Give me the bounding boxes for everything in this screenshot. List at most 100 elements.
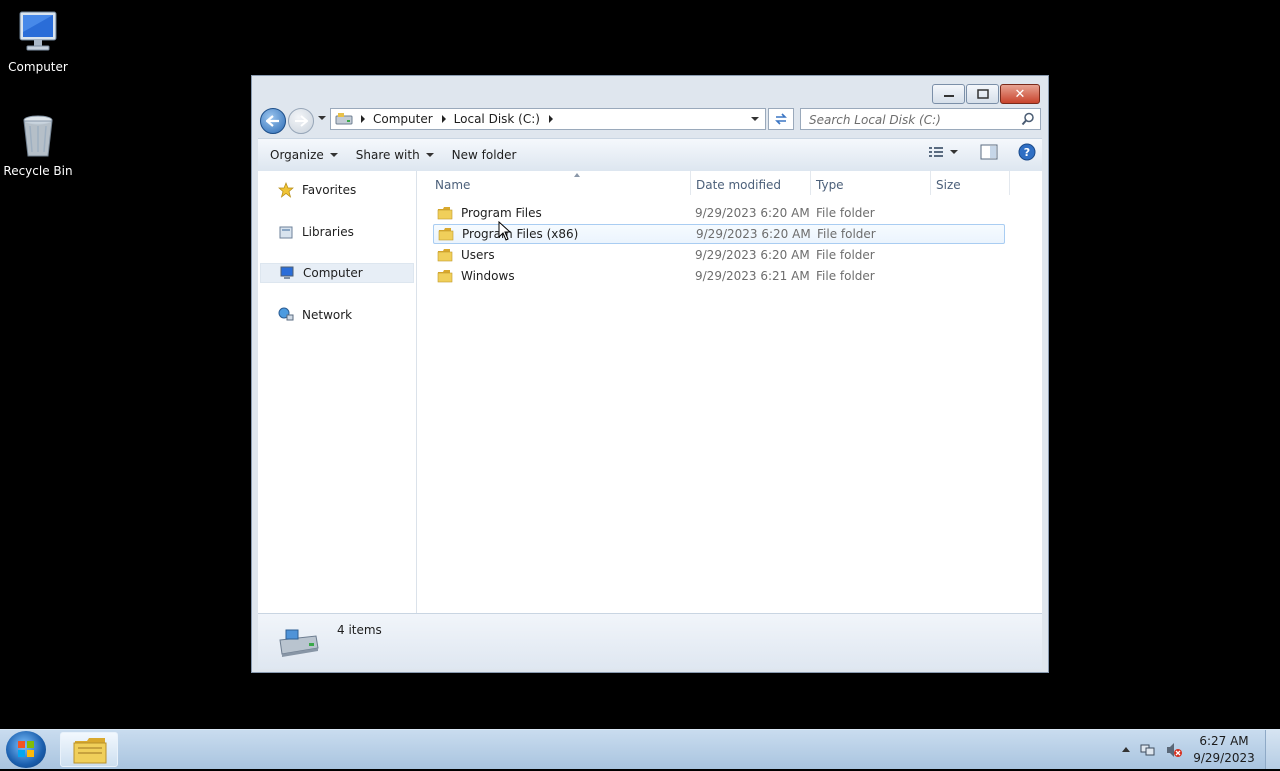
- arrow-right-icon: [295, 115, 308, 127]
- desktop-icon-recycle-bin[interactable]: Recycle Bin: [0, 112, 76, 178]
- folder-icon: [437, 207, 453, 220]
- window-controls: ✕: [932, 84, 1040, 104]
- nav-item-libraries[interactable]: Libraries: [260, 222, 414, 242]
- chevron-down-icon: [318, 116, 326, 120]
- desktop-icon-computer[interactable]: Computer: [0, 8, 76, 74]
- nav-item-label: Computer: [303, 266, 363, 280]
- back-button[interactable]: [260, 108, 286, 134]
- computer-icon: [14, 8, 62, 56]
- explorer-window: ✕ Computer Local Disk (C:) Search Local …: [251, 75, 1049, 673]
- search-icon[interactable]: [1021, 112, 1035, 126]
- windows-logo-icon: [18, 741, 34, 757]
- file-name: Program Files: [461, 206, 542, 220]
- chevron-right-icon[interactable]: [548, 115, 553, 123]
- file-row-program-files-x86[interactable]: Program Files (x86) 9/29/2023 6:20 AM Fi…: [433, 224, 1005, 244]
- nav-item-label: Favorites: [302, 183, 357, 197]
- nav-item-network[interactable]: Network: [260, 305, 414, 325]
- volume-muted-icon[interactable]: [1166, 742, 1182, 758]
- close-button[interactable]: ✕: [1000, 84, 1040, 104]
- preview-pane-icon[interactable]: [980, 144, 998, 160]
- drive-icon: [279, 629, 319, 657]
- navigation-bar: Computer Local Disk (C:): [258, 106, 1042, 134]
- column-header-size[interactable]: Size: [936, 175, 1006, 195]
- chevron-down-icon: [425, 153, 434, 157]
- chevron-right-icon[interactable]: [361, 115, 365, 123]
- file-type: File folder: [817, 227, 876, 241]
- explorer-body: Favorites Libraries Computer Network Nam…: [258, 171, 1042, 613]
- address-bar[interactable]: Computer Local Disk (C:): [330, 108, 766, 130]
- clock[interactable]: 6:27 AM 9/29/2023: [1192, 733, 1256, 767]
- organize-label: Organize: [270, 148, 324, 162]
- navigation-pane: Favorites Libraries Computer Network: [258, 171, 417, 613]
- column-header-name[interactable]: Name: [435, 173, 689, 195]
- breadcrumb-local-disk[interactable]: Local Disk (C:): [454, 112, 540, 126]
- arrow-left-icon: [266, 115, 279, 127]
- breadcrumb-computer[interactable]: Computer: [373, 112, 433, 126]
- nav-item-label: Network: [302, 308, 353, 322]
- share-with-label: Share with: [355, 148, 420, 162]
- column-label: Size: [936, 178, 961, 192]
- column-divider[interactable]: [1009, 171, 1010, 195]
- column-label: Name: [435, 178, 471, 192]
- new-folder-button[interactable]: New folder: [446, 143, 523, 167]
- file-name: Windows: [461, 269, 515, 283]
- file-row-program-files[interactable]: Program Files 9/29/2023 6:20 AM File fol…: [433, 203, 1005, 223]
- folder-icon: [437, 270, 453, 283]
- chevron-down-icon: [751, 117, 759, 121]
- file-name: Program Files (x86): [462, 227, 579, 241]
- folder-icon: [73, 738, 107, 764]
- new-folder-label: New folder: [451, 148, 517, 162]
- folder-icon: [438, 228, 454, 241]
- column-header-type[interactable]: Type: [816, 175, 928, 195]
- file-row-users[interactable]: Users 9/29/2023 6:20 AM File folder: [433, 245, 1005, 265]
- address-history-dropdown[interactable]: [751, 117, 759, 121]
- maximize-icon: [976, 89, 989, 99]
- nav-item-computer[interactable]: Computer: [260, 263, 414, 283]
- search-box[interactable]: [800, 108, 1041, 130]
- view-options-dropdown[interactable]: [950, 150, 958, 154]
- recent-pages-dropdown[interactable]: [318, 116, 326, 124]
- star-icon: [278, 182, 294, 198]
- clock-time: 6:27 AM: [1199, 733, 1249, 748]
- details-pane: 4 items: [258, 613, 1042, 669]
- column-header-date[interactable]: Date modified: [696, 175, 808, 195]
- maximize-button[interactable]: [966, 84, 999, 104]
- file-date: 9/29/2023 6:20 AM: [696, 227, 811, 241]
- column-divider[interactable]: [690, 171, 691, 195]
- forward-button[interactable]: [288, 108, 314, 134]
- minimize-button[interactable]: [932, 84, 965, 104]
- column-divider[interactable]: [930, 171, 931, 195]
- organize-button[interactable]: Organize: [264, 143, 344, 167]
- show-desktop-button[interactable]: [1265, 730, 1280, 769]
- start-button[interactable]: [6, 731, 46, 768]
- file-row-windows[interactable]: Windows 9/29/2023 6:21 AM File folder: [433, 266, 1005, 286]
- command-bar: Organize Share with New folder ?: [258, 138, 1042, 172]
- system-tray: 6:27 AM 9/29/2023: [1122, 730, 1256, 769]
- nav-item-favorites[interactable]: Favorites: [260, 180, 414, 200]
- show-hidden-icons-button[interactable]: [1122, 747, 1130, 752]
- refresh-button[interactable]: [768, 108, 794, 130]
- close-icon: ✕: [1014, 86, 1026, 102]
- drive-icon: [335, 113, 353, 125]
- search-input[interactable]: [807, 110, 1011, 130]
- refresh-icon: [775, 113, 787, 125]
- help-icon[interactable]: ?: [1018, 143, 1036, 161]
- share-with-button[interactable]: Share with: [350, 143, 440, 167]
- file-type: File folder: [816, 206, 875, 220]
- desktop-icon-label: Recycle Bin: [3, 164, 73, 178]
- chevron-right-icon[interactable]: [441, 115, 446, 123]
- mouse-cursor-icon: [498, 221, 512, 241]
- network-status-icon[interactable]: [1140, 742, 1156, 758]
- chevron-down-icon: [329, 153, 338, 157]
- library-icon: [279, 226, 293, 239]
- clock-date: 9/29/2023: [1193, 750, 1255, 765]
- command-bar-right: ?: [928, 143, 1036, 161]
- file-date: 9/29/2023 6:21 AM: [695, 269, 810, 283]
- column-label: Date modified: [696, 178, 782, 192]
- column-divider[interactable]: [810, 171, 811, 195]
- column-label: Type: [816, 178, 844, 192]
- view-icon[interactable]: [928, 145, 944, 159]
- taskbar-explorer-button[interactable]: [60, 732, 118, 767]
- file-name: Users: [461, 248, 495, 262]
- network-icon: [278, 307, 294, 321]
